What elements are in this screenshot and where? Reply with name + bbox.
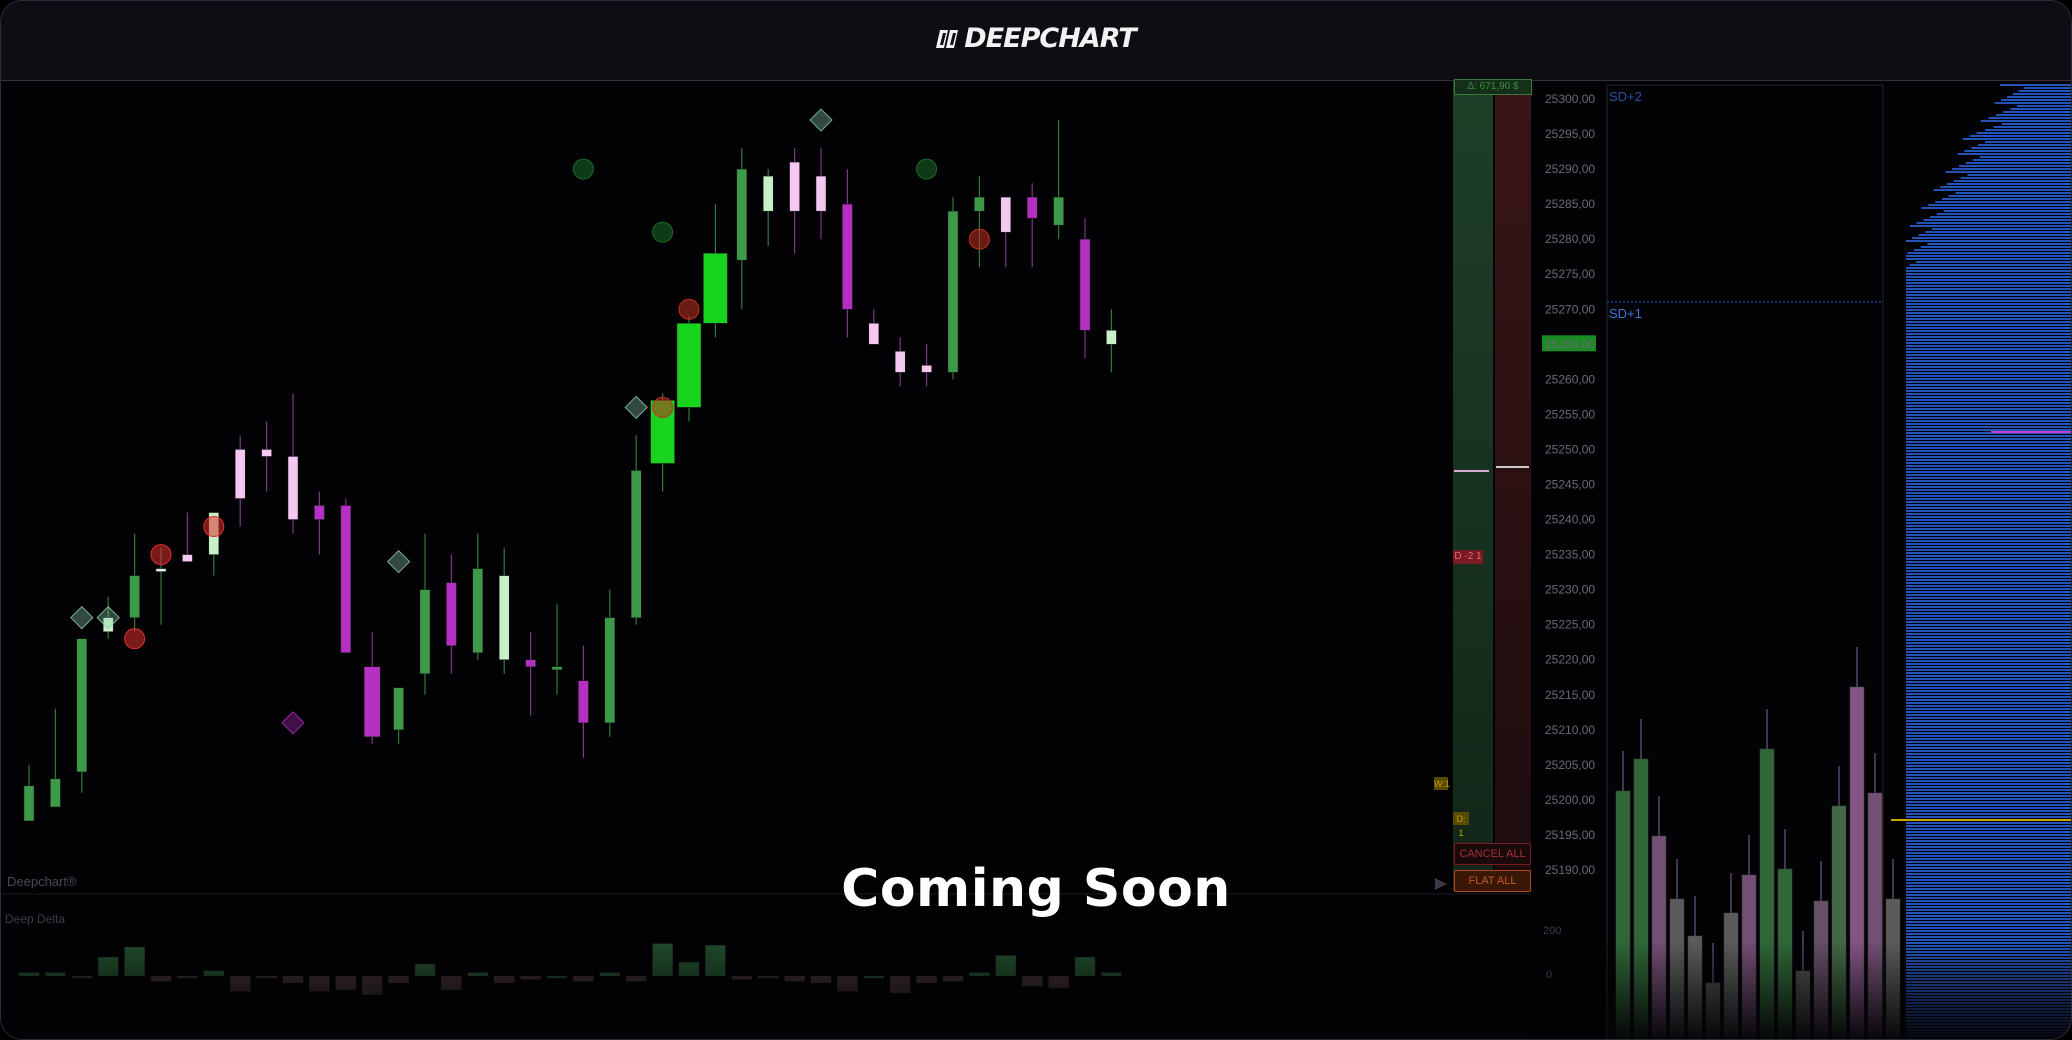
candle-body bbox=[50, 778, 61, 808]
candle-body bbox=[446, 582, 457, 646]
subpanel-axis-0: 0 bbox=[1546, 969, 1553, 981]
sd1-label: SD+1 bbox=[1609, 306, 1642, 321]
trade-marker-circle bbox=[203, 516, 225, 538]
candle-body bbox=[1000, 196, 1012, 233]
candle-body bbox=[947, 210, 959, 373]
candle-body bbox=[1026, 196, 1038, 219]
candle-body bbox=[974, 196, 985, 212]
trade-marker-circle bbox=[572, 158, 594, 180]
price-tick-label: 25215,00 bbox=[1545, 688, 1595, 702]
candle-body bbox=[498, 575, 510, 660]
price-tick-label: 25280,00 bbox=[1545, 232, 1595, 246]
candle-body bbox=[287, 456, 299, 520]
app-title: DEEPCHART bbox=[964, 23, 1136, 54]
candle-body bbox=[703, 252, 728, 324]
price-tick-label: 25235,00 bbox=[1545, 548, 1595, 562]
price-tick-label: 25300,00 bbox=[1545, 92, 1595, 106]
trade-marker-circle bbox=[124, 628, 146, 650]
qty-tag-2: D: 1 bbox=[1453, 812, 1469, 838]
price-tick-label: 25230,00 bbox=[1545, 583, 1595, 597]
pnl-tag: Δ: 671,90 $ bbox=[1454, 79, 1532, 95]
candle-body bbox=[182, 554, 193, 562]
candle-body bbox=[630, 470, 642, 618]
candle-body bbox=[472, 568, 484, 653]
sell-order-column[interactable] bbox=[1495, 81, 1531, 891]
candle-body bbox=[815, 175, 827, 212]
candle-body bbox=[23, 785, 35, 822]
candle-body bbox=[234, 449, 246, 499]
candle-body bbox=[762, 175, 774, 212]
title-bar: DEEPCHART bbox=[1, 1, 2071, 81]
candle-body bbox=[921, 365, 932, 373]
price-tick-label: 25240,00 bbox=[1545, 513, 1595, 527]
candle-body bbox=[789, 161, 800, 212]
trade-marker-circle bbox=[150, 544, 172, 566]
candle-body bbox=[155, 568, 167, 572]
qty-tag-1: W:1 bbox=[1434, 777, 1450, 790]
trade-marker-circle bbox=[652, 221, 674, 243]
candle-body bbox=[842, 203, 853, 310]
trade-marker-circle bbox=[968, 228, 990, 250]
candle-body bbox=[314, 505, 325, 520]
price-tick-label: 25260,00 bbox=[1545, 372, 1595, 386]
candle-body bbox=[1079, 238, 1091, 331]
price-tick-label: 25250,00 bbox=[1545, 442, 1595, 456]
price-tick-label: 25195,00 bbox=[1545, 828, 1595, 842]
trade-marker-circle bbox=[652, 396, 674, 418]
sd2-label: SD+2 bbox=[1609, 89, 1642, 104]
price-tick-label: 25245,00 bbox=[1545, 477, 1595, 491]
candle-body bbox=[868, 323, 880, 345]
price-tick-label: 25270,00 bbox=[1545, 302, 1595, 316]
candle-body bbox=[76, 638, 88, 773]
candle-body bbox=[129, 575, 140, 618]
price-axis[interactable]: 25300,00 25295,00 25290,00 25285,00 25280,00… bbox=[1542, 92, 1596, 877]
price-tick-label: 25255,00 bbox=[1545, 407, 1595, 421]
candle-body bbox=[736, 168, 748, 261]
position-tag[interactable]: D -2 1 bbox=[1453, 550, 1483, 564]
price-tick-label: 25265,00 bbox=[1545, 337, 1595, 351]
app-window: DEEPCHART 25300,00 25295,00 25290,00 252… bbox=[0, 0, 2072, 1040]
coming-soon-overlay: Coming Soon bbox=[841, 859, 1231, 919]
candle-body bbox=[261, 449, 272, 457]
price-tick-label: 25225,00 bbox=[1545, 618, 1595, 632]
price-tick-label: 25295,00 bbox=[1545, 127, 1595, 141]
candle-body bbox=[1106, 330, 1117, 345]
candle-body bbox=[340, 505, 352, 653]
trade-marker-circle bbox=[678, 298, 700, 320]
price-tick-label: 25205,00 bbox=[1545, 758, 1595, 772]
candle-body bbox=[1053, 196, 1064, 226]
buy-order-column[interactable] bbox=[1453, 81, 1493, 891]
volume-fade bbox=[1607, 941, 2071, 1039]
candle-body bbox=[676, 323, 702, 408]
candle-body bbox=[578, 680, 589, 724]
candle-body bbox=[894, 351, 906, 373]
candle-body bbox=[525, 659, 536, 667]
price-tick-label: 25220,00 bbox=[1545, 653, 1595, 667]
price-tick-label: 25290,00 bbox=[1545, 162, 1595, 176]
price-tick-label: 25200,00 bbox=[1545, 793, 1595, 807]
subpanel-fade bbox=[1, 941, 1531, 1039]
candle-body bbox=[419, 589, 431, 674]
price-tick-label: 25210,00 bbox=[1545, 723, 1595, 737]
app-logo: DEEPCHART bbox=[1, 23, 2071, 54]
trade-marker-circle bbox=[916, 158, 938, 180]
deepchart-logo-icon bbox=[936, 30, 959, 48]
candle-body bbox=[551, 666, 563, 670]
price-tick-label: 25275,00 bbox=[1545, 267, 1595, 281]
candle-body bbox=[393, 687, 404, 731]
candle-body bbox=[604, 617, 616, 724]
price-tick-label: 25285,00 bbox=[1545, 197, 1595, 211]
subpanel-axis-200: 200 bbox=[1543, 925, 1562, 937]
candle-body bbox=[363, 666, 381, 738]
